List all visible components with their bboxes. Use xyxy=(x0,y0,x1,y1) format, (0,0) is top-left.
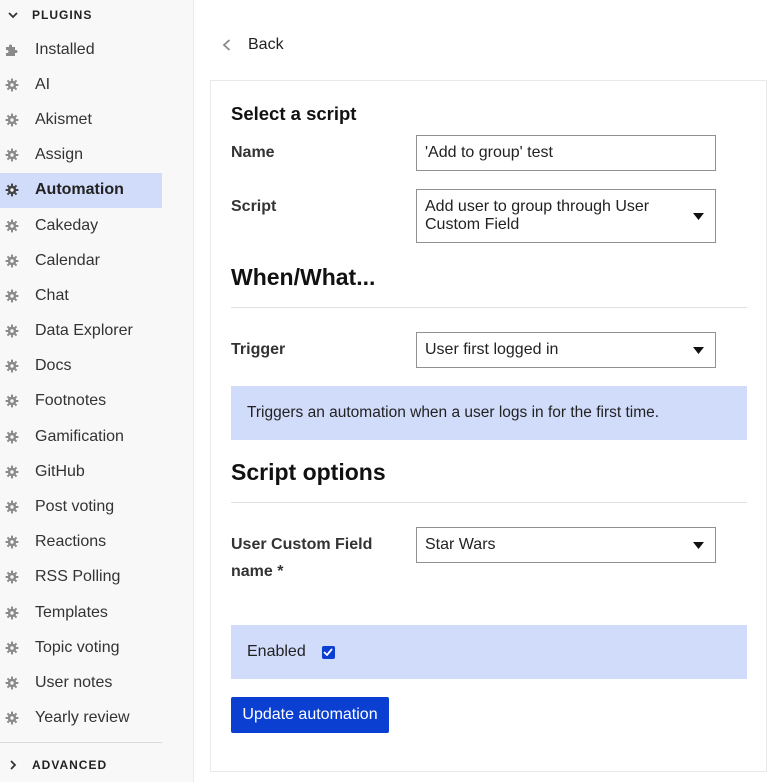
advanced-header-label: ADVANCED xyxy=(32,758,108,772)
divider xyxy=(231,502,747,503)
sidebar-item-templates[interactable]: Templates xyxy=(0,595,162,630)
gear-icon xyxy=(5,641,19,655)
gear-icon xyxy=(5,148,19,162)
trigger-select-value: User first logged in xyxy=(425,341,559,358)
gear-icon xyxy=(5,535,19,549)
custom-field-label: User Custom Field name * xyxy=(231,536,373,580)
name-input-value: 'Add to group' test xyxy=(425,144,553,161)
sidebar-item-automation[interactable]: Automation xyxy=(0,172,162,208)
back-link[interactable]: Back xyxy=(220,36,284,54)
sidebar-item-github[interactable]: GitHub xyxy=(0,454,162,489)
trigger-info-text: Triggers an automation when a user logs … xyxy=(247,404,660,421)
name-label: Name xyxy=(231,144,275,161)
sidebar-item-label: Docs xyxy=(35,357,72,375)
advanced-section-header[interactable]: ADVANCED xyxy=(0,751,107,779)
when-what-heading: When/What... xyxy=(231,264,376,290)
enabled-label: Enabled xyxy=(247,643,306,660)
puzzle-icon xyxy=(5,43,19,57)
script-options-heading: Script options xyxy=(231,459,386,485)
script-select-value: Add user to group through User Custom Fi… xyxy=(425,198,650,233)
gear-icon xyxy=(5,570,19,584)
gear-icon xyxy=(5,324,19,338)
plugins-header-label: PLUGINS xyxy=(32,8,93,22)
select-script-heading: Select a script xyxy=(231,103,357,124)
sidebar-item-gamification[interactable]: Gamification xyxy=(0,419,162,454)
gear-icon xyxy=(5,254,19,268)
trigger-info-box: Triggers an automation when a user logs … xyxy=(231,386,747,440)
sidebar-item-calendar[interactable]: Calendar xyxy=(0,243,162,278)
plugins-section-header[interactable]: PLUGINS xyxy=(0,1,92,29)
chevron-right-icon xyxy=(6,758,20,772)
script-label: Script xyxy=(231,198,277,215)
sidebar-item-label: Gamification xyxy=(35,427,124,445)
chevron-down-icon xyxy=(6,8,20,22)
gear-icon xyxy=(5,113,19,127)
sidebar-item-label: GitHub xyxy=(35,462,85,480)
sidebar-item-post-voting[interactable]: Post voting xyxy=(0,489,162,524)
gear-icon xyxy=(5,500,19,514)
divider xyxy=(231,307,747,308)
gear-icon xyxy=(5,219,19,233)
enabled-row: Enabled xyxy=(231,625,747,679)
gear-icon xyxy=(5,676,19,690)
script-select[interactable]: Add user to group through User Custom Fi… xyxy=(416,189,716,243)
trigger-label: Trigger xyxy=(231,341,286,358)
sidebar-item-label: Data Explorer xyxy=(35,322,133,340)
sidebar-divider xyxy=(0,742,162,743)
caret-down-icon xyxy=(693,542,704,549)
trigger-select[interactable]: User first logged in xyxy=(416,332,716,368)
sidebar-item-chat[interactable]: Chat xyxy=(0,278,162,313)
sidebar-item-akismet[interactable]: Akismet xyxy=(0,102,162,137)
sidebar-item-label: Akismet xyxy=(35,110,92,128)
update-automation-button[interactable]: Update automation xyxy=(231,697,389,733)
sidebar-item-label: Templates xyxy=(35,603,108,621)
sidebar-item-label: Topic voting xyxy=(35,638,120,656)
sidebar-item-data-explorer[interactable]: Data Explorer xyxy=(0,314,162,349)
sidebar-item-label: Footnotes xyxy=(35,392,107,410)
sidebar-item-assign[interactable]: Assign xyxy=(0,138,162,173)
sidebar-item-label: RSS Polling xyxy=(35,568,121,586)
caret-down-icon xyxy=(693,213,704,220)
sidebar-item-installed[interactable]: Installed xyxy=(0,32,162,67)
gear-icon xyxy=(5,430,19,444)
sidebar-item-label: AI xyxy=(35,75,51,93)
gear-icon xyxy=(5,183,19,197)
sidebar-item-label: Calendar xyxy=(35,251,100,269)
gear-icon xyxy=(5,465,19,479)
sidebar: PLUGINS Installed AI Akismet Assign Automati… xyxy=(0,0,194,782)
chevron-left-icon xyxy=(220,38,234,52)
gear-icon xyxy=(5,606,19,620)
sidebar-item-label: Reactions xyxy=(35,533,107,551)
plugin-nav-list: Installed AI Akismet Assign Automation Cakeda… xyxy=(0,32,162,736)
sidebar-item-cakeday[interactable]: Cakeday xyxy=(0,208,162,243)
sidebar-item-label: Installed xyxy=(35,40,95,58)
sidebar-item-yearly-review[interactable]: Yearly review xyxy=(0,701,162,736)
gear-icon xyxy=(5,359,19,373)
sidebar-item-rss-polling[interactable]: RSS Polling xyxy=(0,560,162,595)
sidebar-item-label: Yearly review xyxy=(35,709,130,727)
caret-down-icon xyxy=(693,347,704,354)
sidebar-item-docs[interactable]: Docs xyxy=(0,349,162,384)
sidebar-item-topic-voting[interactable]: Topic voting xyxy=(0,630,162,665)
sidebar-item-label: Assign xyxy=(35,146,84,164)
sidebar-item-label: User notes xyxy=(35,673,113,691)
gear-icon xyxy=(5,289,19,303)
gear-icon xyxy=(5,711,19,725)
back-label: Back xyxy=(248,36,284,53)
sidebar-item-label: Post voting xyxy=(35,498,115,516)
sidebar-item-footnotes[interactable]: Footnotes xyxy=(0,384,162,419)
custom-field-select[interactable]: Star Wars xyxy=(416,527,716,563)
custom-field-select-value: Star Wars xyxy=(425,536,496,553)
sidebar-item-label: Automation xyxy=(35,181,124,199)
sidebar-item-reactions[interactable]: Reactions xyxy=(0,525,162,560)
gear-icon xyxy=(5,78,19,92)
sidebar-item-label: Chat xyxy=(35,286,69,304)
sidebar-item-user-notes[interactable]: User notes xyxy=(0,665,162,700)
enabled-checkbox[interactable] xyxy=(321,645,335,659)
gear-icon xyxy=(5,394,19,408)
name-input[interactable]: 'Add to group' test xyxy=(416,135,716,171)
sidebar-item-label: Cakeday xyxy=(35,216,99,234)
sidebar-item-ai[interactable]: AI xyxy=(0,67,162,102)
